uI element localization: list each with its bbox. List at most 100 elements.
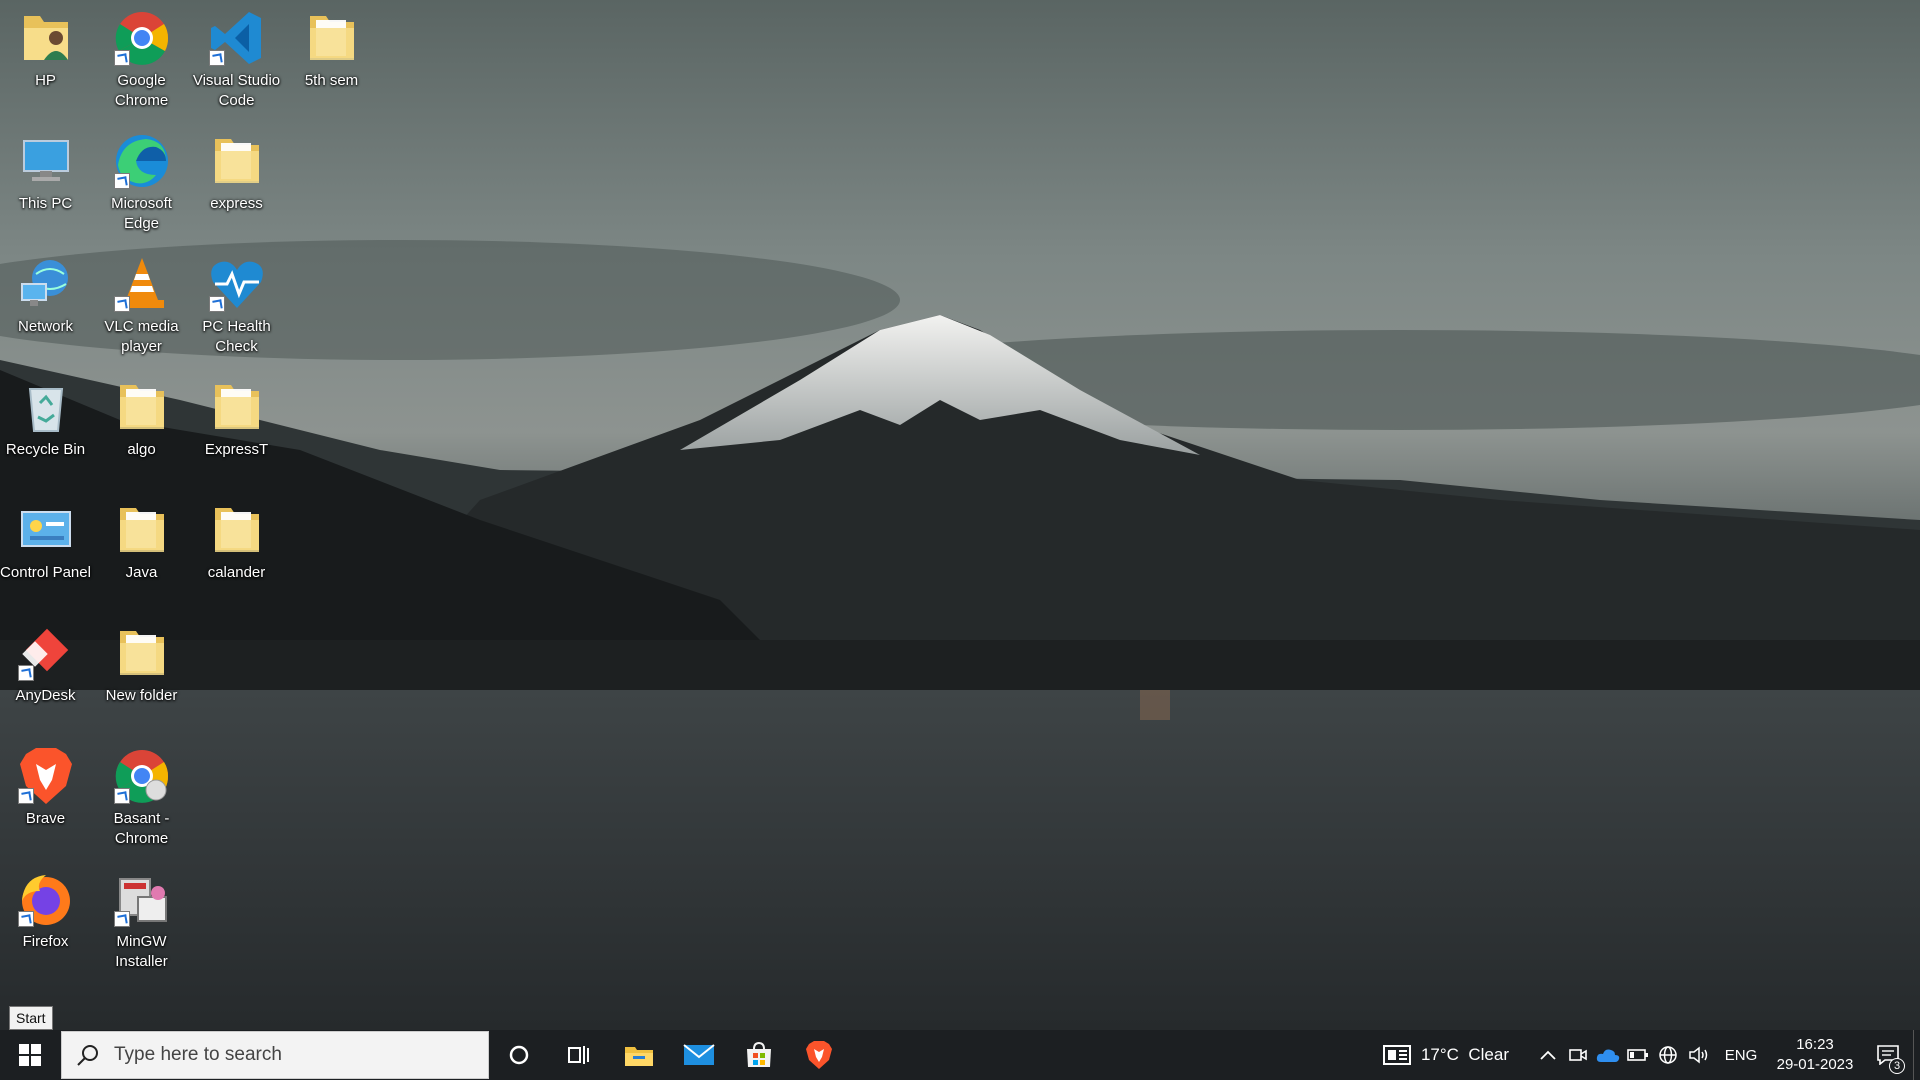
task-view-icon bbox=[568, 1046, 589, 1064]
onedrive-tray-button[interactable] bbox=[1593, 1030, 1623, 1080]
desktop-icon-label: Firefox bbox=[22, 933, 69, 950]
desktop-icon-pc-health-check[interactable]: PC Health Check bbox=[189, 248, 284, 366]
network-tray-button[interactable] bbox=[1653, 1030, 1683, 1080]
meet-now-tray-button[interactable] bbox=[1563, 1030, 1593, 1080]
shortcut-arrow-icon bbox=[113, 911, 130, 927]
start-button[interactable] bbox=[0, 1030, 60, 1080]
file-explorer-taskbar-button[interactable] bbox=[609, 1030, 669, 1080]
desktop-icon-label: algo bbox=[127, 441, 156, 458]
notification-center-button[interactable]: 3 bbox=[1863, 1030, 1913, 1080]
mail-taskbar-button[interactable] bbox=[669, 1030, 729, 1080]
desktop-icon-network[interactable]: Network bbox=[0, 248, 93, 366]
task-view-button[interactable] bbox=[549, 1030, 609, 1080]
desktop-icon-express[interactable]: express bbox=[189, 125, 284, 243]
desktop-icon-label: ExpressT bbox=[204, 441, 269, 458]
brave-taskbar-button[interactable] bbox=[789, 1030, 849, 1080]
desktop-area: HP This PC Network Recycle Bin Control Panel… bbox=[0, 0, 1920, 1030]
computer-icon bbox=[16, 131, 76, 191]
clock-button[interactable]: 16:23 29-01-2023 bbox=[1767, 1030, 1863, 1080]
show-hidden-icons-button[interactable] bbox=[1533, 1030, 1563, 1080]
folder-icon bbox=[302, 8, 362, 68]
cortana-button[interactable] bbox=[489, 1030, 549, 1080]
control-panel-icon bbox=[16, 500, 76, 560]
vlc-icon bbox=[112, 254, 172, 314]
shortcut-arrow-icon bbox=[208, 50, 225, 66]
shortcut-arrow-icon bbox=[208, 296, 225, 312]
recycle-bin-icon bbox=[16, 377, 76, 437]
windows-logo-icon bbox=[19, 1044, 41, 1066]
desktop-icon-5th-sem[interactable]: 5th sem bbox=[284, 2, 379, 120]
desktop-icon-anydesk[interactable]: AnyDesk bbox=[0, 617, 93, 735]
shortcut-arrow-icon bbox=[113, 296, 130, 312]
firefox-icon bbox=[16, 869, 76, 929]
shortcut-arrow-icon bbox=[17, 788, 34, 804]
notification-count-badge: 3 bbox=[1889, 1058, 1905, 1074]
news-weather-icon bbox=[1382, 1045, 1411, 1065]
anydesk-icon bbox=[16, 623, 76, 683]
shortcut-arrow-icon bbox=[17, 665, 34, 681]
desktop-icon-java[interactable]: Java bbox=[94, 494, 189, 612]
clock-date: 29-01-2023 bbox=[1776, 1056, 1854, 1073]
taskbar: Type here to search 17°C Clear ENG 16:23… bbox=[0, 1030, 1920, 1080]
desktop-icon-recycle-bin[interactable]: Recycle Bin bbox=[0, 371, 93, 489]
clock-time: 16:23 bbox=[1796, 1036, 1834, 1053]
desktop-icon-label: calander bbox=[207, 564, 266, 581]
desktop-icon-label: HP bbox=[35, 72, 56, 89]
desktop-icon-label: VLC media player bbox=[104, 318, 179, 355]
chrome-icon bbox=[112, 8, 172, 68]
desktop-icon-vlc-media-player[interactable]: VLC media player bbox=[94, 248, 189, 366]
desktop-icon-basant-chrome[interactable]: Basant - Chrome bbox=[94, 740, 189, 858]
desktop-icon-label: Recycle Bin bbox=[5, 441, 86, 458]
desktop-icon-label: MinGW Installer bbox=[115, 933, 168, 970]
cortana-circle-icon bbox=[509, 1045, 529, 1065]
desktop-icon-label: Visual Studio Code bbox=[192, 72, 281, 109]
shortcut-arrow-icon bbox=[113, 788, 130, 804]
meet-now-icon bbox=[1569, 1049, 1587, 1061]
desktop-icon-label: New folder bbox=[105, 687, 178, 704]
taskbar-search-box[interactable]: Type here to search bbox=[61, 1031, 489, 1079]
input-language-button[interactable]: ENG bbox=[1715, 1030, 1767, 1080]
desktop-icon-microsoft-edge[interactable]: Microsoft Edge bbox=[94, 125, 189, 243]
volume-tray-button[interactable] bbox=[1683, 1030, 1715, 1080]
desktop-icon-label: Java bbox=[125, 564, 158, 581]
folder-icon bbox=[207, 131, 267, 191]
globe-network-icon bbox=[1659, 1046, 1677, 1064]
language-text: ENG bbox=[1724, 1046, 1758, 1064]
desktop-icon-label: PC Health Check bbox=[202, 318, 271, 355]
desktop-icon-new-folder[interactable]: New folder bbox=[94, 617, 189, 735]
desktop-icon-brave[interactable]: Brave bbox=[0, 740, 93, 858]
desktop-icon-firefox[interactable]: Firefox bbox=[0, 863, 93, 981]
desktop-icon-label: 5th sem bbox=[304, 72, 359, 89]
desktop-icon-label: Basant - Chrome bbox=[113, 810, 170, 847]
desktop-icon-this-pc[interactable]: This PC bbox=[0, 125, 93, 243]
mail-icon bbox=[683, 1044, 715, 1065]
weather-widget[interactable]: 17°C Clear bbox=[1382, 1030, 1509, 1080]
desktop-icon-google-chrome[interactable]: Google Chrome bbox=[94, 2, 189, 120]
desktop-icon-visual-studio-code[interactable]: Visual Studio Code bbox=[189, 2, 284, 120]
brave-icon bbox=[16, 746, 76, 806]
store-taskbar-button[interactable] bbox=[729, 1030, 789, 1080]
search-icon bbox=[77, 1045, 98, 1066]
desktop-icon-algo[interactable]: algo bbox=[94, 371, 189, 489]
desktop-icon-label: Network bbox=[17, 318, 73, 335]
desktop-icon-expresst[interactable]: ExpressT bbox=[189, 371, 284, 489]
weather-text: 17°C Clear bbox=[1420, 1045, 1509, 1064]
show-desktop-button[interactable] bbox=[1913, 1030, 1920, 1080]
shortcut-arrow-icon bbox=[113, 173, 130, 189]
chevron-up-icon bbox=[1540, 1050, 1556, 1060]
search-placeholder: Type here to search bbox=[114, 1044, 282, 1065]
user-folder-icon bbox=[16, 8, 76, 68]
desktop-icon-calander[interactable]: calander bbox=[189, 494, 284, 612]
chrome-profile-icon bbox=[112, 746, 172, 806]
desktop-icon-mingw-installer[interactable]: MinGW Installer bbox=[94, 863, 189, 981]
shortcut-arrow-icon bbox=[17, 911, 34, 927]
microsoft-store-icon bbox=[747, 1041, 771, 1067]
desktop-icon-hp[interactable]: HP bbox=[0, 2, 93, 120]
edge-icon bbox=[112, 131, 172, 191]
speaker-icon bbox=[1689, 1046, 1708, 1064]
file-explorer-icon bbox=[625, 1047, 653, 1066]
desktop-icon-label: express bbox=[210, 195, 263, 212]
battery-tray-button[interactable] bbox=[1623, 1030, 1653, 1080]
desktop-icon-control-panel[interactable]: Control Panel bbox=[0, 494, 93, 612]
vscode-icon bbox=[207, 8, 267, 68]
